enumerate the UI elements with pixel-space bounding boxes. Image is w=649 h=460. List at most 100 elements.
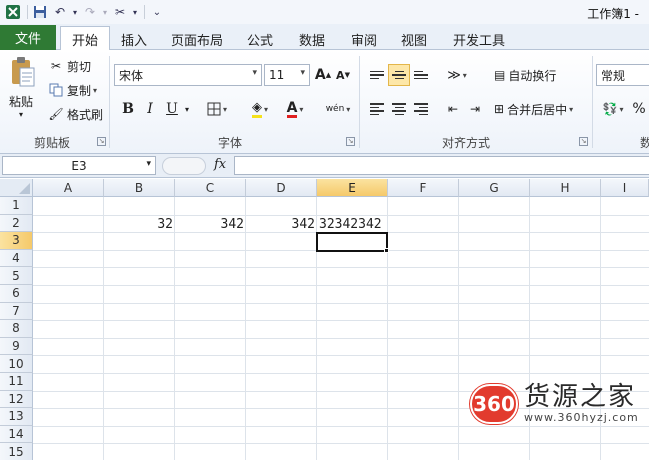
wrap-text-button[interactable]: ▤ 自动换行	[494, 64, 566, 86]
row-header-5[interactable]: 5	[0, 267, 33, 285]
chevron-down-icon[interactable]: ▾	[146, 159, 151, 169]
customize-toolbar-icon[interactable]: ⌄	[148, 3, 166, 21]
row-header-6[interactable]: 6	[0, 285, 33, 303]
column-header-i[interactable]: I	[601, 179, 649, 197]
tab-page-layout[interactable]: 页面布局	[166, 28, 228, 50]
wrap-text-icon: ▤	[494, 68, 506, 82]
formula-bar: E3 ▾ fx	[0, 154, 649, 178]
cell-c2[interactable]: 342	[175, 215, 246, 233]
row-header-13[interactable]: 13	[0, 408, 33, 426]
cell-d2[interactable]: 342	[246, 215, 317, 233]
decrease-indent-button[interactable]: ⇤	[442, 98, 464, 120]
excel-app-icon[interactable]	[4, 3, 22, 21]
alignment-group-label: 对齐方式	[441, 136, 490, 150]
redo-icon[interactable]: ↷	[81, 3, 99, 21]
formula-input[interactable]	[234, 156, 649, 175]
column-header-f[interactable]: F	[388, 179, 459, 197]
row-header-12[interactable]: 12	[0, 390, 33, 409]
underline-button[interactable]: U	[162, 98, 182, 120]
active-cell-e3[interactable]	[316, 232, 388, 252]
tab-formulas[interactable]: 公式	[238, 28, 282, 50]
font-launcher-icon[interactable]: ↘	[346, 137, 355, 146]
grid-row-line	[33, 320, 649, 322]
tab-review[interactable]: 审阅	[342, 28, 386, 50]
row-header-15[interactable]: 15	[0, 443, 33, 460]
row-header-4[interactable]: 4	[0, 249, 33, 268]
shrink-font-button[interactable]: A ▼	[334, 64, 352, 86]
column-header-g[interactable]: G	[459, 179, 530, 197]
align-bottom-button[interactable]	[410, 64, 432, 86]
align-center-button[interactable]	[388, 98, 410, 120]
row-header-7[interactable]: 7	[0, 302, 33, 321]
save-icon[interactable]	[31, 3, 49, 21]
tools-icon[interactable]: ✂	[111, 3, 129, 21]
tab-insert[interactable]: 插入	[112, 28, 156, 50]
tab-file[interactable]: 文件	[0, 25, 56, 50]
align-left-button[interactable]	[366, 98, 388, 120]
name-box[interactable]: E3 ▾	[2, 156, 156, 175]
row-header-8[interactable]: 8	[0, 320, 33, 338]
accounting-format-button[interactable]: 💱 ▾	[598, 98, 628, 120]
grow-font-button[interactable]: A ▲	[314, 64, 332, 86]
tab-developer[interactable]: 开发工具	[448, 28, 510, 50]
copy-dropdown-icon[interactable]: ▾	[93, 86, 97, 95]
row-header-2[interactable]: 2	[0, 214, 33, 233]
row-header-11[interactable]: 11	[0, 373, 33, 391]
undo-dropdown-icon[interactable]: ▾	[71, 3, 79, 21]
column-header-d[interactable]: D	[246, 179, 317, 197]
paste-button[interactable]: 粘贴	[9, 93, 33, 110]
font-size-combo[interactable]: 11 ▾	[264, 64, 310, 86]
percent-button[interactable]: %	[630, 98, 648, 120]
column-header-e[interactable]: E	[317, 179, 388, 197]
align-top-button[interactable]	[366, 64, 388, 86]
alignment-launcher-icon[interactable]: ↘	[579, 137, 588, 146]
row-header-14[interactable]: 14	[0, 425, 33, 444]
redo-dropdown-icon[interactable]: ▾	[101, 3, 109, 21]
copy-button[interactable]: 复制 ▾	[48, 80, 97, 100]
fill-color-button[interactable]: ◈ ▾	[244, 98, 276, 120]
underline-dropdown-icon[interactable]: ▾	[182, 98, 192, 120]
italic-button[interactable]: I	[140, 98, 160, 120]
align-right-button[interactable]	[410, 98, 432, 120]
tools-dropdown-icon[interactable]: ▾	[131, 3, 139, 21]
paste-icon[interactable]	[10, 56, 36, 90]
row-header-9[interactable]: 9	[0, 337, 33, 356]
insert-function-icon[interactable]: fx	[214, 157, 226, 172]
tab-data[interactable]: 数据	[290, 28, 334, 50]
grid-row-line	[33, 302, 649, 304]
increase-indent-button[interactable]: ⇥	[464, 98, 486, 120]
format-painter-button[interactable]: 🖌 格式刷	[48, 104, 103, 124]
orientation-button[interactable]: ≫ ▾	[442, 64, 472, 86]
grid-column-line	[458, 197, 459, 460]
column-header-c[interactable]: C	[175, 179, 246, 197]
undo-icon[interactable]: ↶	[51, 3, 69, 21]
row-header-10[interactable]: 10	[0, 355, 33, 373]
font-name-combo[interactable]: 宋体 ▾	[114, 64, 262, 86]
select-all-corner[interactable]	[0, 179, 33, 197]
paste-dropdown-icon[interactable]: ▾	[19, 110, 23, 119]
phonetic-button[interactable]: wén ▾	[322, 98, 354, 120]
row-header-1[interactable]: 1	[0, 197, 33, 215]
merge-center-button[interactable]: ⊞ 合并后居中 ▾	[494, 98, 586, 120]
fill-handle[interactable]	[384, 248, 389, 253]
borders-button[interactable]: ▾	[204, 98, 230, 120]
tab-view[interactable]: 视图	[392, 28, 436, 50]
chevron-down-icon: ▾	[222, 104, 227, 114]
cell-b2[interactable]: 32	[104, 215, 175, 233]
cell-e2[interactable]: 32342342	[317, 215, 417, 233]
clipboard-launcher-icon[interactable]: ↘	[97, 137, 106, 146]
number-format-combo[interactable]: 常规	[596, 64, 649, 86]
column-header-b[interactable]: B	[104, 179, 175, 197]
formula-bar-divider[interactable]	[162, 157, 206, 175]
cut-button[interactable]: ✂ 剪切	[48, 56, 91, 76]
align-middle-button[interactable]	[388, 64, 410, 86]
font-color-button[interactable]: A ▾	[280, 98, 310, 120]
separator	[27, 5, 28, 19]
tab-home[interactable]: 开始	[60, 26, 110, 51]
bold-button[interactable]: B	[118, 98, 138, 120]
column-header-h[interactable]: H	[530, 179, 601, 197]
window-title: 工作簿1 -	[587, 7, 639, 21]
row-header-3[interactable]: 3	[0, 232, 33, 250]
column-header-a[interactable]: A	[33, 179, 104, 197]
watermark-text: 货源之家 www.360hyzj.com	[524, 383, 639, 424]
